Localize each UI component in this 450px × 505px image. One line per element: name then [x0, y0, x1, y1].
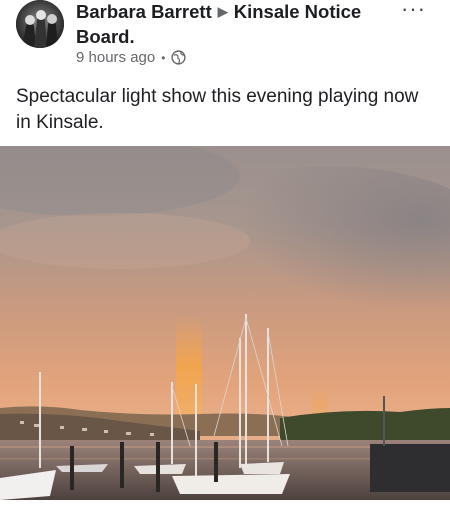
meta-separator: •: [161, 50, 166, 65]
more-options-icon[interactable]: ···: [401, 0, 426, 22]
post-title: Barbara Barrett ▶ Kinsale Notice Board.: [76, 0, 406, 48]
post-meta: 9 hours ago •: [76, 49, 187, 66]
sunset-harbour-photo: [0, 136, 450, 500]
post-photo[interactable]: [0, 136, 450, 500]
avatar[interactable]: [16, 0, 64, 48]
post-text: Spectacular light show this evening play…: [16, 86, 419, 133]
triangle-right-icon: ▶: [217, 4, 228, 19]
post-header: Barbara Barrett ▶ Kinsale Notice Board. 9 …: [0, 0, 450, 75]
avatar-image: [16, 0, 64, 48]
post-timestamp[interactable]: 9 hours ago: [76, 49, 155, 66]
globe-icon: [171, 50, 187, 65]
author-name[interactable]: Barbara Barrett: [76, 1, 212, 22]
